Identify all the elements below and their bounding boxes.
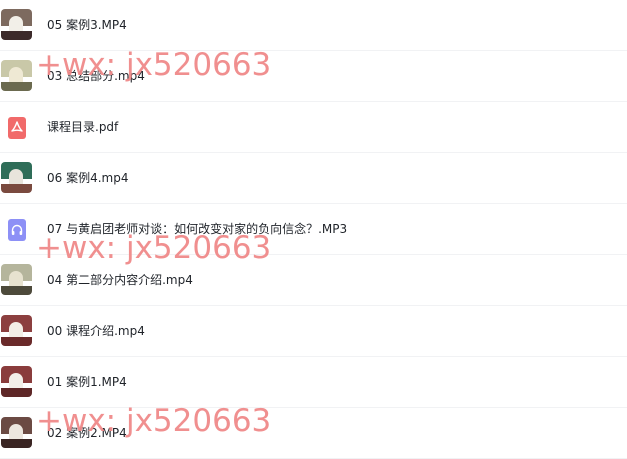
file-name[interactable]: 06 案例4.mp4: [47, 170, 128, 186]
file-name[interactable]: 00 课程介绍.mp4: [47, 323, 145, 339]
file-name[interactable]: 07 与黄启团老师对谈：如何改变对家的负向信念？.MP3: [47, 221, 347, 237]
file-row[interactable]: 07 与黄启团老师对谈：如何改变对家的负向信念？.MP3: [0, 204, 627, 255]
file-row[interactable]: 05 案例3.MP4: [0, 0, 627, 51]
file-name[interactable]: 05 案例3.MP4: [47, 17, 127, 33]
file-row[interactable]: 04 第二部分内容介绍.mp4: [0, 255, 627, 306]
file-name[interactable]: 03 总结部分.mp4: [47, 68, 145, 84]
file-name[interactable]: 01 案例1.MP4: [47, 374, 127, 390]
video-thumbnail-icon: [1, 264, 32, 295]
file-row[interactable]: 06 案例4.mp4: [0, 153, 627, 204]
file-row[interactable]: 03 总结部分.mp4: [0, 51, 627, 102]
video-thumbnail-icon: [1, 9, 32, 40]
file-name[interactable]: 课程目录.pdf: [47, 119, 118, 135]
file-name[interactable]: 04 第二部分内容介绍.mp4: [47, 272, 193, 288]
file-name[interactable]: 02 案例2.MP4: [47, 425, 127, 441]
video-thumbnail-icon: [1, 366, 32, 397]
file-row[interactable]: 02 案例2.MP4: [0, 408, 627, 459]
video-thumbnail-icon: [1, 162, 32, 193]
pdf-icon: [8, 117, 26, 139]
file-row[interactable]: 00 课程介绍.mp4: [0, 306, 627, 357]
file-row[interactable]: 01 案例1.MP4: [0, 357, 627, 408]
file-row[interactable]: 课程目录.pdf: [0, 102, 627, 153]
audio-icon: [8, 219, 26, 241]
video-thumbnail-icon: [1, 315, 32, 346]
video-thumbnail-icon: [1, 417, 32, 448]
video-thumbnail-icon: [1, 60, 32, 91]
